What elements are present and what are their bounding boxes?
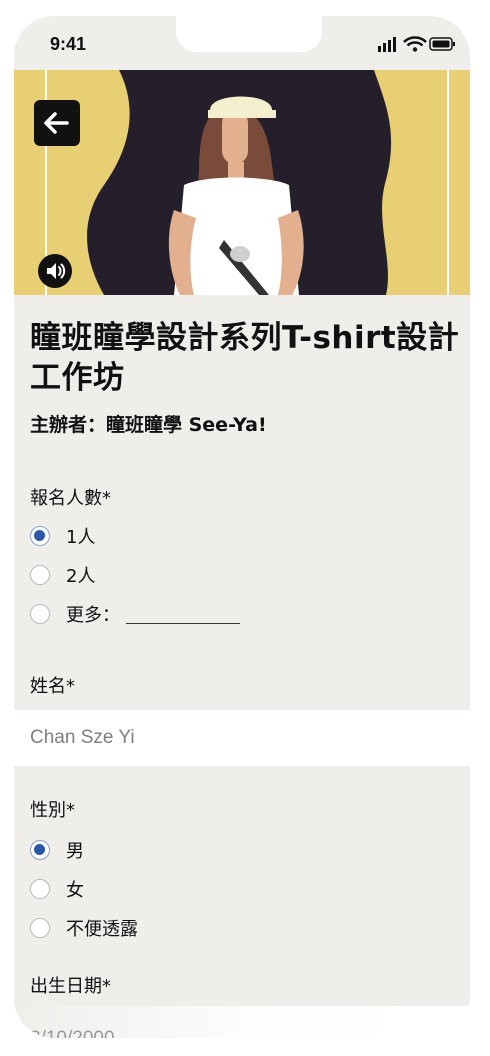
wifi-icon [403, 36, 427, 52]
gender-option-undisclosed[interactable]: 不便透露 [30, 914, 138, 942]
battery-icon [429, 37, 455, 51]
participants-label: 報名人數* [30, 488, 111, 509]
phone-notch [176, 16, 322, 52]
sound-toggle-button[interactable] [38, 254, 72, 288]
name-input[interactable] [14, 710, 470, 766]
dob-label: 出生日期* [30, 976, 111, 997]
back-button[interactable] [34, 100, 80, 146]
radio-button[interactable] [30, 604, 50, 624]
option-label: 2人 [66, 566, 96, 587]
radio-button[interactable] [30, 565, 50, 585]
option-label: 女 [66, 880, 84, 901]
radio-button[interactable] [30, 879, 50, 899]
hero-illustration [14, 70, 470, 295]
radio-button-selected[interactable] [30, 840, 50, 860]
dob-field[interactable]: 3/10/2000 [30, 1028, 115, 1038]
option-label: 1人 [66, 527, 96, 548]
status-time: 9:41 [50, 34, 87, 54]
gender-label: 性別* [30, 800, 75, 821]
hero-image [14, 70, 470, 295]
radio-button[interactable] [30, 918, 50, 938]
participants-option-2[interactable]: 2人 [30, 561, 95, 589]
page-title: 瞳班瞳學設計系列T-shirt設計工作坊 [30, 320, 460, 396]
option-label: 不便透露 [66, 919, 138, 940]
status-icons [360, 34, 456, 54]
gender-option-male[interactable]: 男 [30, 836, 84, 864]
sound-icon [47, 263, 66, 279]
organizer-text: 主辦者：瞳班瞳學 See-Ya! [30, 414, 267, 436]
option-label: 更多： [66, 605, 120, 626]
name-label: 姓名* [30, 676, 75, 697]
signal-icon [378, 37, 396, 52]
participants-option-more[interactable]: 更多： [30, 600, 240, 628]
participants-option-1[interactable]: 1人 [30, 522, 95, 550]
option-label: 男 [66, 841, 84, 862]
phone-screen: 9:41 瞳班瞳學設計系列T-shirt設計工作坊 主辦者：瞳班瞳學 See-Y… [14, 16, 470, 1038]
gender-option-female[interactable]: 女 [30, 875, 84, 903]
back-arrow-icon [44, 112, 69, 134]
radio-button-selected[interactable] [30, 526, 50, 546]
more-count-input[interactable] [126, 605, 240, 624]
